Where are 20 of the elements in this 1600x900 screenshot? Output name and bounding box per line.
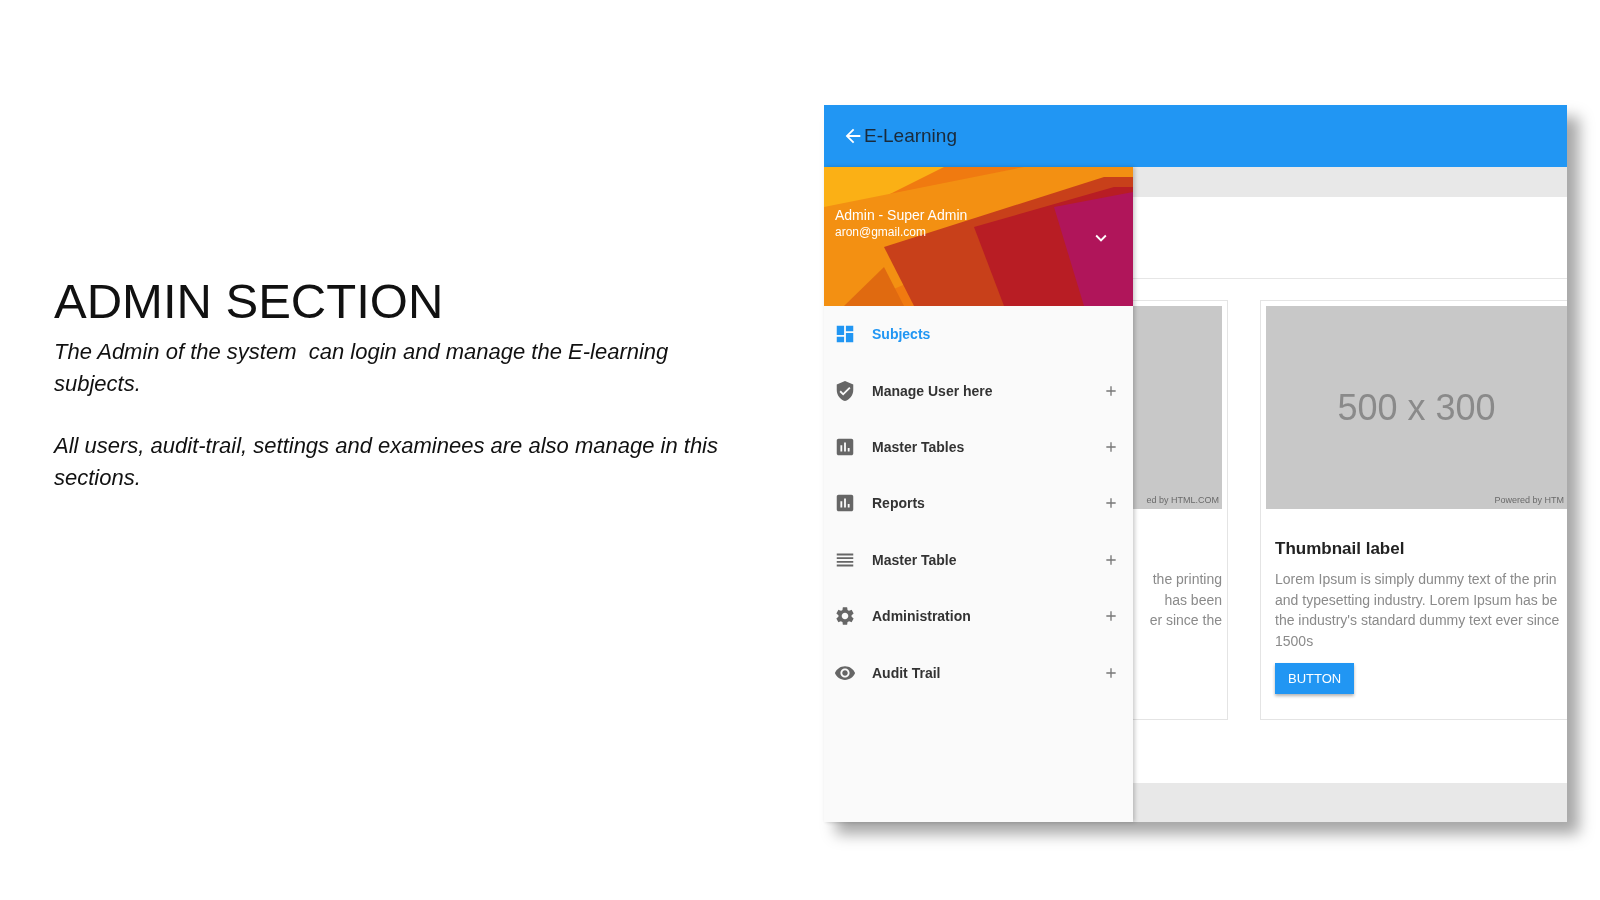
menu-item[interactable]: Manage User here bbox=[824, 362, 1133, 419]
slide-text: The Admin of the system can login and manage the E-learning subjects. bbox=[54, 338, 670, 398]
card-description: Lorem Ipsum is simply dummy text of the prin and typesetting industry. Lorem Ipsum has be the industry's standard dummy text ever since 1500s bbox=[1275, 570, 1561, 651]
menu-item[interactable]: Master Table bbox=[824, 531, 1133, 588]
menu-item[interactable]: Administration bbox=[824, 587, 1133, 645]
card-title: Thumbnail label bbox=[1275, 539, 1406, 559]
shield-check-icon bbox=[834, 379, 856, 402]
settings-icon bbox=[834, 605, 856, 628]
app-title: E-Learning bbox=[864, 125, 957, 147]
menu-item[interactable]: Master Tables bbox=[824, 418, 1133, 476]
slide-title: ADMIN SECTION bbox=[54, 273, 445, 330]
user-name: Admin - Super Admin bbox=[835, 207, 968, 223]
image-size-text: 500 x 300 bbox=[1337, 386, 1496, 429]
user-email: aron@gmail.com bbox=[835, 225, 927, 239]
slide-text: All users, audit-trail, settings and examinees are also manage in this sections. bbox=[54, 432, 719, 492]
menu-item[interactable]: Reports bbox=[824, 475, 1133, 532]
image-credit: ed by HTML.COM bbox=[1146, 495, 1219, 505]
image-credit: Powered by HTM bbox=[1494, 495, 1564, 505]
card-description: the printing has been er since the bbox=[1148, 570, 1222, 631]
menu-item[interactable]: Audit Trail bbox=[824, 644, 1133, 701]
